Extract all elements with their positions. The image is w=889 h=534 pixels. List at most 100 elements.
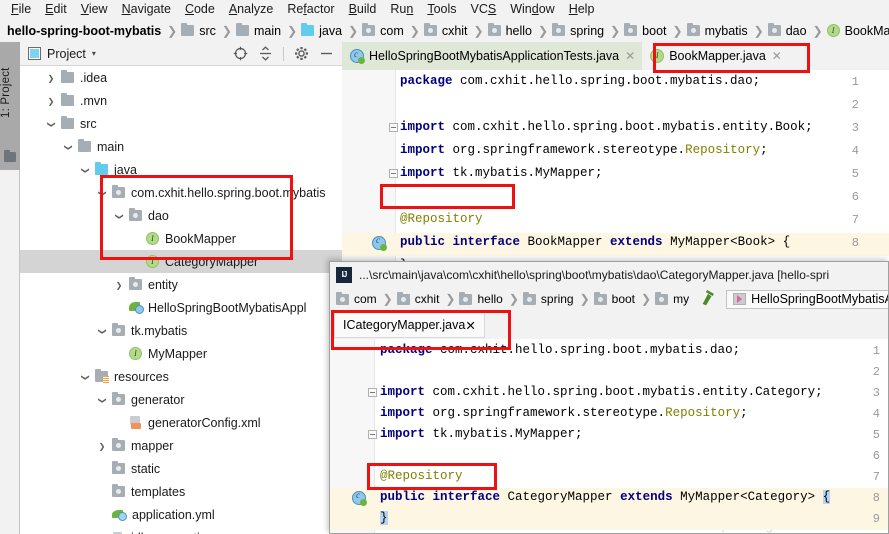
code-token: ; — [740, 406, 748, 420]
project-panel-title: Project — [47, 46, 86, 61]
chevron-down-icon[interactable] — [79, 165, 91, 175]
menu-item-navigate[interactable]: Navigate — [115, 0, 178, 19]
chevron-down-icon[interactable] — [113, 211, 125, 221]
tree-node-main[interactable]: main — [20, 135, 342, 158]
hide-icon[interactable] — [319, 46, 334, 61]
tree-node--idea[interactable]: .idea — [20, 66, 342, 89]
tree-node-static[interactable]: static — [20, 457, 342, 480]
chevron-down-icon[interactable] — [96, 326, 108, 336]
close-icon[interactable]: ✕ — [465, 318, 475, 333]
float-breadcrumb-item-hello[interactable]: hello — [459, 291, 504, 306]
menu-item-run[interactable]: Run — [383, 0, 420, 19]
breadcrumb-item-label: java — [319, 23, 343, 38]
menu-item-file[interactable]: File — [4, 0, 38, 19]
build-hammer-icon[interactable] — [697, 287, 717, 311]
collapse-all-icon[interactable] — [258, 46, 273, 61]
chevron-right-icon[interactable] — [113, 280, 125, 290]
chevron-down-icon[interactable] — [79, 372, 91, 382]
tree-node-jdbc-properties[interactable]: jdbc.properties — [20, 526, 342, 534]
chevron-down-icon[interactable] — [96, 188, 108, 198]
tree-node-com-cxhit-hello-spring-boot-mybatis[interactable]: com.cxhit.hello.spring.boot.mybatis — [20, 181, 342, 204]
chevron-down-icon[interactable] — [45, 119, 57, 129]
code-line: public interface BookMapper extends MyMa… — [400, 235, 790, 249]
tree-node-label: application.yml — [132, 507, 215, 522]
float-breadcrumb-item-cxhit[interactable]: cxhit — [396, 291, 442, 306]
chevron-right-icon[interactable] — [96, 441, 108, 451]
code-fold-toggle[interactable] — [368, 388, 377, 397]
breadcrumb-item-cxhit[interactable]: cxhit — [423, 23, 470, 38]
float-breadcrumb-item-spring[interactable]: spring — [522, 291, 576, 306]
code-fold-toggle[interactable] — [368, 430, 377, 439]
tree-node-generator[interactable]: generator — [20, 388, 342, 411]
chevron-down-icon[interactable] — [96, 395, 108, 405]
menu-item-window[interactable]: Window — [503, 0, 561, 19]
code-token: tk.mybatis.MyMapper; — [445, 166, 603, 180]
menu-item-build[interactable]: Build — [342, 0, 384, 19]
chevron-down-icon[interactable] — [62, 142, 74, 152]
tree-node-hellospringbootmybatisappl[interactable]: HelloSpringBootMybatisAppl — [20, 296, 342, 319]
float-breadcrumb-item-com[interactable]: com — [336, 291, 379, 306]
code-token: org.springframework.stereotype. — [445, 143, 686, 157]
tree-node-resources[interactable]: resources — [20, 365, 342, 388]
editor-tab-bookmapper[interactable]: I BookMapper.java ✕ — [642, 42, 789, 70]
code-token: import — [380, 406, 426, 420]
menu-item-vcs[interactable]: VCS — [464, 0, 504, 19]
project-tree[interactable]: .idea .mvn srcmain java com.cxhit.hello.spri… — [20, 66, 342, 534]
breadcrumb-item-main[interactable]: main — [235, 23, 283, 38]
gear-icon[interactable] — [294, 46, 309, 61]
floating-window-code-area[interactable]: https://blog.csdn.net/cxh1231 1package c… — [330, 339, 888, 533]
breadcrumb-item-spring[interactable]: spring — [552, 23, 606, 38]
tree-node-mapper[interactable]: mapper — [20, 434, 342, 457]
run-configuration-selector[interactable]: HelloSpringBootMybatisAp — [726, 289, 888, 309]
tree-node-mymapper[interactable]: I MyMapper — [20, 342, 342, 365]
menu-item-code[interactable]: Code — [178, 0, 222, 19]
strip-lower-area — [0, 170, 20, 534]
menu-item-analyze[interactable]: Analyze — [222, 0, 280, 19]
breadcrumb-item-com[interactable]: com — [362, 23, 406, 38]
chevron-down-icon[interactable]: ▾ — [92, 49, 96, 58]
menu-bar: File Edit View Navigate Code Analyze Refactor B… — [0, 0, 889, 19]
tree-node-categorymapper[interactable]: I CategoryMapper — [20, 250, 342, 273]
menu-item-view[interactable]: View — [74, 0, 115, 19]
tree-node-templates[interactable]: templates — [20, 480, 342, 503]
chevron-right-icon[interactable] — [45, 96, 57, 106]
breadcrumb-item-bookmapper[interactable]: I BookMapper — [826, 24, 889, 38]
breadcrumb-item-src[interactable]: src — [181, 23, 218, 38]
tree-node-tk-mybatis[interactable]: tk.mybatis — [20, 319, 342, 342]
menu-item-edit[interactable]: Edit — [38, 0, 74, 19]
breadcrumb-item-dao[interactable]: dao — [767, 23, 809, 38]
breadcrumb-item-java[interactable]: java — [301, 23, 344, 38]
code-fold-toggle[interactable] — [389, 123, 398, 132]
breadcrumb-item-label: spring — [570, 23, 605, 38]
chevron-right-icon[interactable] — [45, 73, 57, 83]
menu-item-refactor[interactable]: Refactor — [280, 0, 341, 19]
tree-node-application-yml[interactable]: application.yml — [20, 503, 342, 526]
float-breadcrumb-item-my[interactable]: my — [655, 291, 691, 306]
menu-item-help[interactable]: Help — [562, 0, 602, 19]
tree-node-dao[interactable]: dao — [20, 204, 342, 227]
breadcrumb-item-mybatis[interactable]: mybatis — [686, 23, 750, 38]
editor-tab-hellospringbootmybatisapplicationtests[interactable]: HelloSpringBootMybatisApplicationTests.j… — [342, 42, 643, 70]
locate-icon[interactable] — [233, 46, 248, 61]
close-icon[interactable]: ✕ — [625, 49, 635, 63]
breadcrumb-root[interactable]: hello-spring-boot-mybatis — [5, 24, 163, 38]
breadcrumb-item-hello[interactable]: hello — [487, 23, 534, 38]
float-editor-tab-categorymapper[interactable]: I CategoryMapper.java ✕ — [334, 312, 485, 338]
package-icon — [396, 291, 410, 305]
project-panel-toolbar — [233, 46, 342, 61]
tree-node-src[interactable]: src — [20, 112, 342, 135]
spring-bean-gutter-icon[interactable] — [352, 490, 367, 506]
tree-node-entity[interactable]: entity — [20, 273, 342, 296]
code-fold-toggle[interactable] — [389, 169, 398, 178]
floating-editor-window[interactable]: IJ ...\src\main\java\com\cxhit\hello\spr… — [329, 261, 889, 534]
breadcrumb-item-boot[interactable]: boot — [624, 23, 668, 38]
menu-item-tools[interactable]: Tools — [420, 0, 463, 19]
tree-node-bookmapper[interactable]: I BookMapper — [20, 227, 342, 250]
tree-node-java[interactable]: java — [20, 158, 342, 181]
tree-node-generatorconfig-xml[interactable]: generatorConfig.xml — [20, 411, 342, 434]
sidebar-item-project[interactable]: 1: Project — [0, 48, 20, 138]
float-breadcrumb-item-boot[interactable]: boot — [593, 291, 637, 306]
tree-node--mvn[interactable]: .mvn — [20, 89, 342, 112]
close-icon[interactable]: ✕ — [772, 49, 782, 63]
spring-bean-gutter-icon[interactable] — [372, 235, 387, 251]
